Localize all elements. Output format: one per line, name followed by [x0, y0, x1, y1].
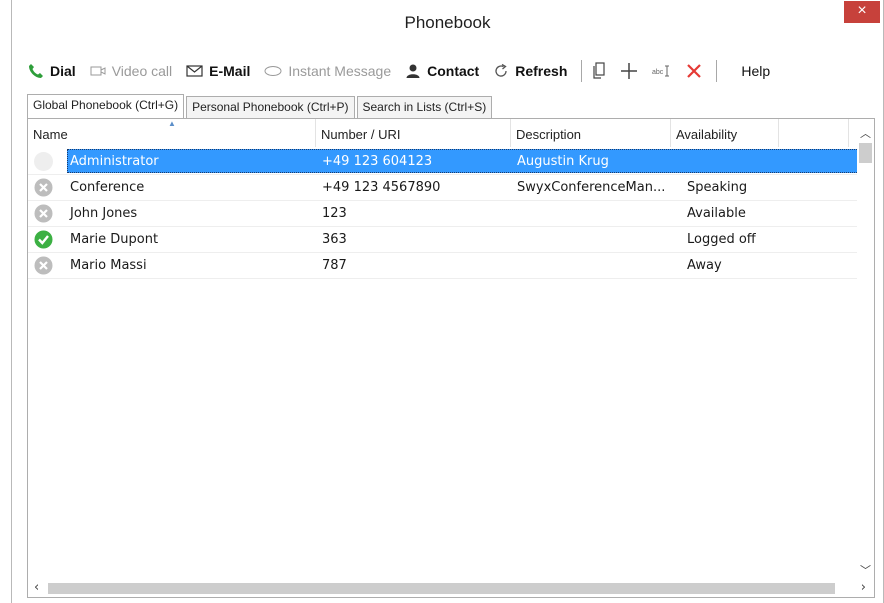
toolbar-separator — [716, 60, 718, 82]
row-description: Augustin Krug — [517, 153, 609, 169]
row-availability: Speaking — [687, 179, 748, 195]
tab-strip: Global Phonebook (Ctrl+G) Personal Phone… — [27, 94, 494, 119]
add-icon — [621, 63, 638, 79]
row-availability: Away — [687, 257, 722, 273]
phonebook-window: Phonebook × Dial Video call E-Mail Insta… — [11, 0, 884, 603]
rename-button[interactable]: abc — [652, 65, 672, 77]
table-row[interactable]: John Jones 123 Available — [28, 201, 866, 227]
status-available-check-icon — [34, 230, 53, 249]
row-number: 787 — [322, 257, 347, 273]
column-header-availability-label: Availability — [676, 127, 738, 142]
row-availability: Available — [687, 205, 746, 221]
instant-message-button[interactable]: Instant Message — [264, 63, 391, 79]
scroll-right-arrow-icon[interactable]: › — [861, 580, 866, 595]
table-row[interactable]: Administrator +49 123 604123 Augustin Kr… — [28, 149, 866, 175]
dial-label: Dial — [50, 63, 76, 79]
row-name: Mario Massi — [70, 257, 147, 273]
sort-ascending-icon: ▲ — [168, 119, 176, 128]
row-name: Administrator — [70, 153, 159, 169]
video-call-button[interactable]: Video call — [90, 63, 172, 79]
tab-global-phonebook[interactable]: Global Phonebook (Ctrl+G) — [27, 94, 185, 119]
refresh-label: Refresh — [515, 63, 568, 79]
column-header-name-label: Name — [33, 127, 68, 142]
status-indicator — [28, 201, 64, 226]
phonebook-list: Name ▲ Number / URI Description Availabi… — [27, 118, 875, 598]
mail-icon — [186, 65, 203, 77]
scroll-left-arrow-icon[interactable]: ‹ — [34, 580, 39, 595]
copy-icon — [593, 62, 605, 79]
help-label: Help — [741, 63, 771, 79]
tab-search-in-lists[interactable]: Search in Lists (Ctrl+S) — [356, 96, 493, 118]
title-bar[interactable]: Phonebook × — [12, 0, 883, 44]
dial-button[interactable]: Dial — [28, 63, 76, 79]
add-button[interactable] — [620, 62, 638, 80]
column-header-number[interactable]: Number / URI — [316, 119, 511, 147]
delete-icon — [687, 64, 702, 78]
status-indicator — [28, 227, 64, 252]
row-name: John Jones — [70, 205, 138, 221]
copy-button[interactable] — [592, 62, 606, 80]
contact-label: Contact — [427, 63, 480, 79]
row-description: SwyxConferenceMan... — [517, 179, 666, 195]
email-button[interactable]: E-Mail — [186, 63, 250, 79]
table-row[interactable]: Conference +49 123 4567890 SwyxConferenc… — [28, 175, 866, 201]
vertical-scrollbar[interactable]: ︿ ﹀ — [857, 119, 874, 580]
tab-personal-phonebook[interactable]: Personal Phonebook (Ctrl+P) — [186, 96, 355, 118]
scroll-down-arrow-icon[interactable]: ﹀ — [860, 562, 871, 578]
row-number: 123 — [322, 205, 347, 221]
delete-button[interactable] — [686, 63, 702, 79]
horizontal-scrollbar[interactable]: ‹ › — [28, 580, 874, 597]
table-row[interactable]: Mario Massi 787 Away — [28, 253, 866, 279]
toolbar-separator — [581, 60, 583, 82]
column-header-spacer — [779, 119, 849, 147]
horizontal-scroll-thumb[interactable] — [48, 583, 835, 594]
video-icon — [90, 66, 106, 76]
status-indicator — [28, 253, 64, 278]
table-header: Name ▲ Number / URI Description Availabi… — [28, 119, 866, 147]
row-name: Marie Dupont — [70, 231, 159, 247]
column-header-description-label: Description — [516, 127, 582, 142]
chat-icon — [264, 66, 282, 76]
column-header-availability[interactable]: Availability — [671, 119, 779, 147]
status-indicator — [28, 149, 64, 174]
close-button[interactable]: × — [844, 1, 880, 23]
table-body: Administrator +49 123 604123 Augustin Kr… — [28, 149, 866, 279]
window-title: Phonebook — [404, 13, 491, 32]
scroll-up-arrow-icon[interactable]: ︿ — [860, 125, 871, 141]
column-header-number-label: Number / URI — [321, 127, 401, 142]
contact-button[interactable]: Contact — [405, 63, 479, 79]
status-unavailable-icon — [34, 256, 53, 275]
row-description — [511, 228, 681, 252]
row-availability: Logged off — [687, 231, 756, 247]
vertical-scroll-thumb[interactable] — [859, 143, 872, 163]
email-label: E-Mail — [209, 63, 251, 79]
svg-text:abc: abc — [652, 69, 664, 76]
row-number: +49 123 4567890 — [322, 179, 441, 195]
table-row[interactable]: Marie Dupont 363 Logged off — [28, 227, 866, 253]
instant-message-label: Instant Message — [288, 63, 392, 79]
toolbar: Dial Video call E-Mail Instant Message C… — [28, 56, 873, 86]
row-number: 363 — [322, 231, 347, 247]
row-description — [511, 202, 681, 226]
row-number: +49 123 604123 — [322, 153, 433, 169]
person-icon — [406, 64, 420, 78]
column-header-name[interactable]: Name ▲ — [28, 119, 316, 147]
column-header-description[interactable]: Description — [511, 119, 671, 147]
status-none-icon — [34, 152, 53, 171]
help-button[interactable]: Help — [741, 63, 770, 79]
status-unavailable-icon — [34, 204, 53, 223]
rename-icon: abc — [652, 65, 670, 77]
row-name: Conference — [70, 179, 145, 195]
row-availability — [681, 150, 861, 174]
video-call-label: Video call — [111, 63, 173, 79]
status-indicator — [28, 175, 64, 200]
row-description — [511, 254, 681, 278]
phone-icon — [29, 64, 43, 78]
refresh-button[interactable]: Refresh — [493, 63, 567, 79]
refresh-icon — [495, 63, 507, 77]
status-unavailable-icon — [34, 178, 53, 197]
